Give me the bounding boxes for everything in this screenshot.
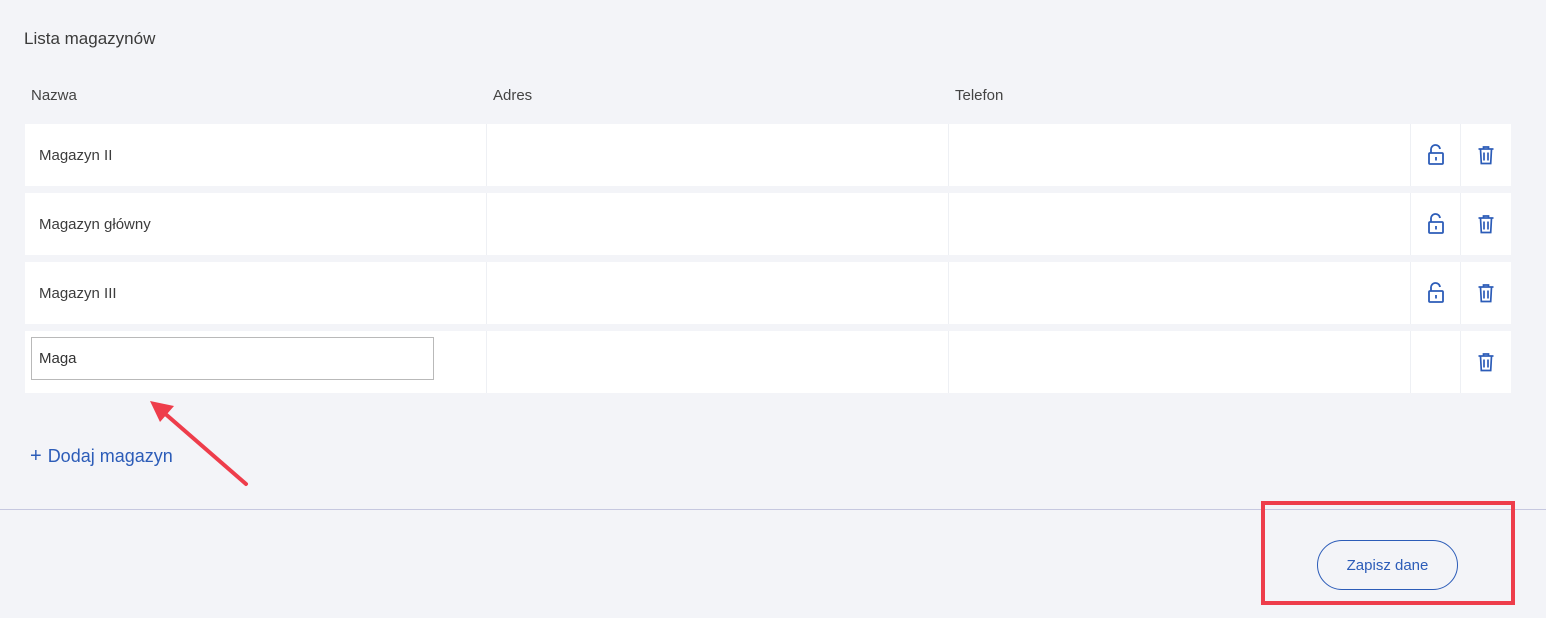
lock-cell xyxy=(1411,124,1461,186)
warehouse-name-cell[interactable]: Magazyn II xyxy=(25,124,487,186)
delete-cell xyxy=(1461,262,1511,324)
section-title: Lista magazynów xyxy=(24,29,156,48)
warehouse-phone-cell[interactable] xyxy=(949,124,1411,186)
column-header-phone: Telefon xyxy=(955,87,1004,104)
table-row: Magazyn główny xyxy=(25,193,1511,255)
lock-cell xyxy=(1411,262,1461,324)
plus-icon: + xyxy=(30,445,42,467)
trash-icon[interactable] xyxy=(1474,143,1498,167)
delete-cell xyxy=(1461,331,1511,393)
lock-cell xyxy=(1411,331,1461,393)
table-row-new xyxy=(25,331,1511,393)
delete-cell xyxy=(1461,193,1511,255)
unlock-icon[interactable] xyxy=(1424,212,1448,236)
warehouse-name-input[interactable] xyxy=(31,337,434,380)
divider xyxy=(0,509,1546,510)
warehouse-name-cell[interactable]: Magazyn III xyxy=(25,262,487,324)
trash-icon[interactable] xyxy=(1474,281,1498,305)
delete-cell xyxy=(1461,124,1511,186)
unlock-icon[interactable] xyxy=(1424,281,1448,305)
warehouse-phone-cell[interactable] xyxy=(949,331,1411,393)
lock-cell xyxy=(1411,193,1461,255)
warehouse-name-cell[interactable]: Magazyn główny xyxy=(25,193,487,255)
table-row: Magazyn III xyxy=(25,262,1511,324)
warehouse-address-cell[interactable] xyxy=(487,331,949,393)
warehouse-phone-cell[interactable] xyxy=(949,262,1411,324)
warehouse-address-cell[interactable] xyxy=(487,262,949,324)
warehouse-address-cell[interactable] xyxy=(487,193,949,255)
column-header-address: Adres xyxy=(493,87,533,104)
unlock-icon[interactable] xyxy=(1424,143,1448,167)
column-header-name: Nazwa xyxy=(31,87,77,104)
warehouse-address-cell[interactable] xyxy=(487,124,949,186)
table-row: Magazyn II xyxy=(25,124,1511,186)
trash-icon[interactable] xyxy=(1474,212,1498,236)
add-warehouse-link[interactable]: + Dodaj magazyn xyxy=(30,444,173,468)
trash-icon[interactable] xyxy=(1474,350,1498,374)
warehouse-phone-cell[interactable] xyxy=(949,193,1411,255)
add-warehouse-label: Dodaj magazyn xyxy=(47,446,173,466)
save-button[interactable]: Zapisz dane xyxy=(1317,540,1458,590)
warehouse-name-cell xyxy=(25,331,487,393)
